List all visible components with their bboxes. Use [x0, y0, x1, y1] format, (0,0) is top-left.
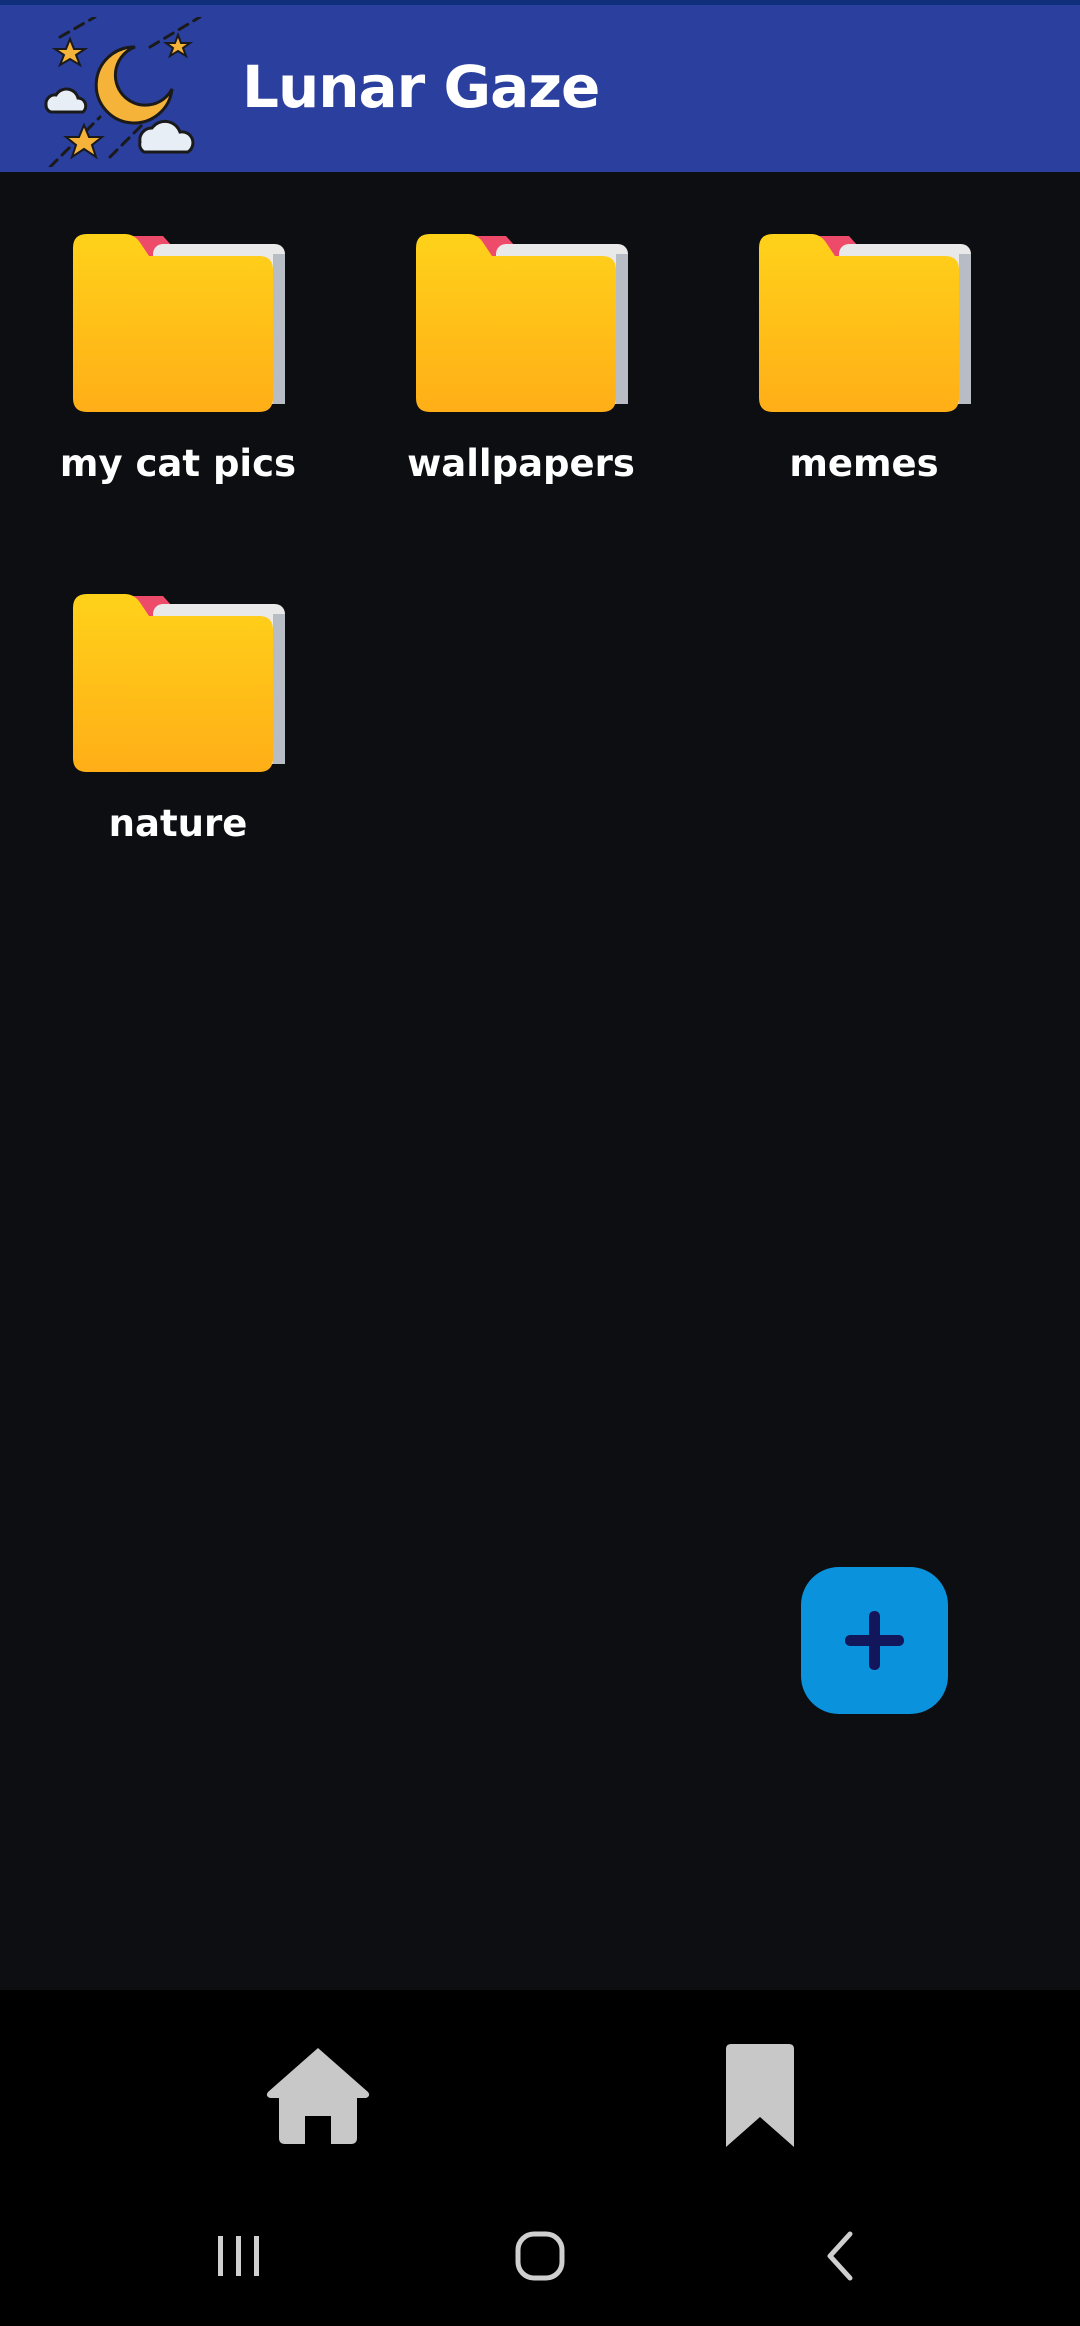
- folder-label: wallpapers: [407, 442, 635, 485]
- nav-bookmark-button[interactable]: [705, 2040, 815, 2150]
- back-icon: [827, 2231, 853, 2281]
- app-bar: Lunar Gaze: [0, 0, 1080, 172]
- folder-icon: [759, 234, 971, 412]
- folder-label: memes: [789, 442, 939, 485]
- recent-apps-button[interactable]: [198, 2220, 278, 2290]
- home-icon: [266, 2048, 370, 2144]
- app-title: Lunar Gaze: [242, 53, 600, 121]
- folder-item-memes[interactable]: memes: [694, 172, 1034, 485]
- system-home-button[interactable]: [500, 2220, 580, 2290]
- folder-icon: [73, 594, 285, 772]
- bottom-nav: [0, 1990, 1080, 2190]
- folder-item-nature[interactable]: nature: [8, 532, 348, 845]
- plus-icon: [845, 1611, 904, 1670]
- home-circle-icon: [515, 2231, 565, 2281]
- back-button[interactable]: [802, 2220, 882, 2290]
- folder-label: my cat pics: [59, 442, 297, 485]
- folder-label: nature: [108, 802, 248, 845]
- folder-item-my-cat-pics[interactable]: my cat pics: [8, 172, 348, 485]
- add-folder-button[interactable]: [801, 1567, 948, 1714]
- nav-home-button[interactable]: [263, 2040, 373, 2150]
- folder-icon: [416, 234, 628, 412]
- recent-apps-icon: [218, 2236, 259, 2276]
- folder-icon: [73, 234, 285, 412]
- system-nav-bar: [0, 2190, 1080, 2326]
- folder-item-wallpapers[interactable]: wallpapers: [351, 172, 691, 485]
- bookmark-icon: [726, 2044, 794, 2147]
- moon-stars-clouds-icon: [40, 15, 210, 169]
